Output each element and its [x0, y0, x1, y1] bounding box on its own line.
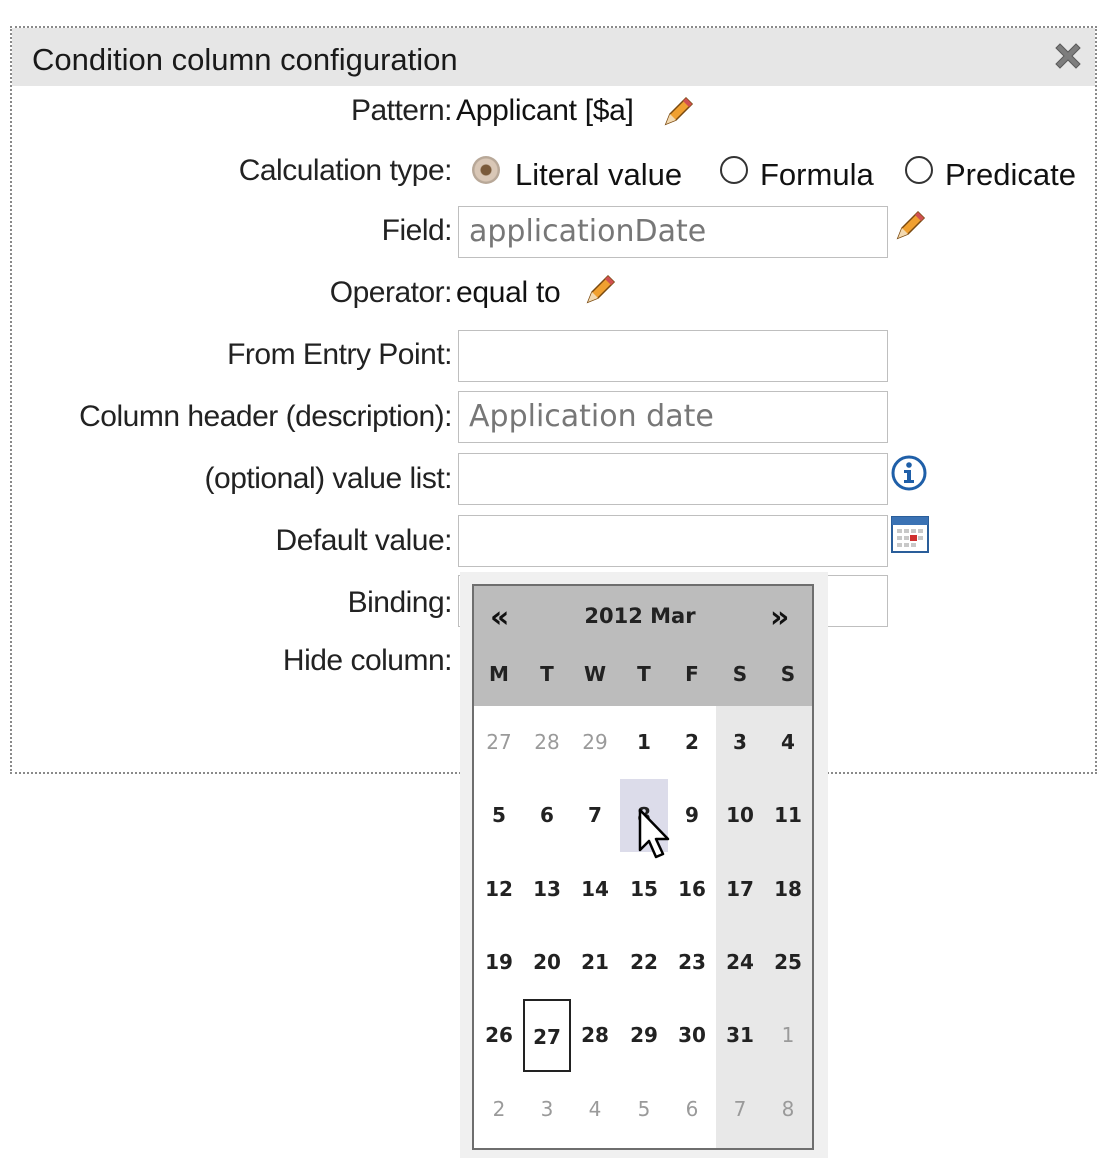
value-list-input[interactable] — [458, 453, 888, 505]
calendar-day[interactable]: 3 — [523, 1073, 571, 1146]
calendar-day[interactable]: 17 — [716, 853, 764, 926]
calendar-day[interactable]: 12 — [475, 853, 523, 926]
calendar-day[interactable]: 8 — [620, 779, 668, 852]
weekday-header: W — [583, 662, 607, 686]
calendar-day[interactable]: 11 — [764, 779, 812, 852]
radio-literal-value-label: Literal value — [515, 157, 683, 192]
weekday-header: T — [540, 662, 554, 686]
column-header-label: Column header (description): — [79, 400, 452, 433]
calendar-day[interactable]: 6 — [523, 779, 571, 852]
calendar-day[interactable]: 7 — [716, 1073, 764, 1146]
field-label: Field: — [381, 214, 453, 247]
calendar-day[interactable]: 22 — [620, 926, 668, 999]
next-month-button[interactable]: » — [770, 600, 789, 635]
radio-predicate-label: Predicate — [945, 157, 1076, 192]
calendar-day[interactable]: 23 — [668, 926, 716, 999]
edit-field-pencil-icon[interactable] — [892, 208, 928, 244]
dialog-title: Condition column configuration — [32, 42, 458, 77]
weekday-header: T — [637, 662, 651, 686]
calendar-day[interactable]: 24 — [716, 926, 764, 999]
calendar-day[interactable]: 1 — [764, 999, 812, 1072]
calendar-day[interactable]: 25 — [764, 926, 812, 999]
operator-value: equal to — [456, 276, 561, 309]
calendar-day[interactable]: 2 — [475, 1073, 523, 1146]
calendar-day[interactable]: 14 — [571, 853, 619, 926]
calendar-day[interactable]: 2 — [668, 706, 716, 779]
calendar-day[interactable]: 15 — [620, 853, 668, 926]
calendar-day[interactable]: 10 — [716, 779, 764, 852]
calendar-day[interactable]: 5 — [475, 779, 523, 852]
calendar-day[interactable]: 27 — [523, 999, 571, 1072]
weekday-header: S — [732, 662, 748, 686]
calendar-day[interactable]: 18 — [764, 853, 812, 926]
calendar-day[interactable]: 5 — [620, 1073, 668, 1146]
radio-predicate[interactable] — [905, 156, 933, 184]
entry-point-label: From Entry Point: — [227, 338, 452, 371]
calendar-day[interactable]: 9 — [668, 779, 716, 852]
calendar-day[interactable]: 8 — [764, 1073, 812, 1146]
calendar-day[interactable]: 29 — [620, 999, 668, 1072]
calendar-day[interactable]: 13 — [523, 853, 571, 926]
entry-point-input[interactable] — [458, 330, 888, 382]
calendar-icon[interactable] — [890, 514, 930, 554]
calendar-day[interactable]: 16 — [668, 853, 716, 926]
pattern-label: Pattern: — [350, 94, 453, 127]
calendar-day[interactable]: 19 — [475, 926, 523, 999]
calendar-day[interactable]: 7 — [571, 779, 619, 852]
binding-label: Binding: — [347, 586, 453, 619]
calendar-day[interactable]: 6 — [668, 1073, 716, 1146]
radio-literal-value[interactable] — [472, 156, 500, 184]
field-input[interactable]: applicationDate — [458, 206, 888, 258]
default-value-input[interactable] — [458, 515, 888, 567]
close-icon[interactable] — [1050, 38, 1086, 74]
calendar-day[interactable]: 4 — [764, 706, 812, 779]
weekday-header: S — [780, 662, 796, 686]
calendar-day[interactable]: 4 — [571, 1073, 619, 1146]
calendar-day[interactable]: 28 — [523, 706, 571, 779]
pattern-value: Applicant [$a] — [456, 94, 634, 127]
hide-column-label: Hide column: — [282, 644, 453, 677]
calendar-day[interactable]: 27 — [475, 706, 523, 779]
prev-month-button[interactable]: « — [490, 600, 509, 635]
weekday-header: M — [489, 662, 509, 686]
calendar-day[interactable]: 26 — [475, 999, 523, 1072]
calendar-day[interactable]: 21 — [571, 926, 619, 999]
radio-formula[interactable] — [720, 156, 748, 184]
calendar-day[interactable]: 1 — [620, 706, 668, 779]
default-value-label: Default value: — [275, 524, 453, 557]
calendar-day[interactable]: 29 — [571, 706, 619, 779]
value-list-label: (optional) value list: — [204, 462, 453, 495]
calendar-day[interactable]: 30 — [668, 999, 716, 1072]
column-header-input[interactable]: Application date — [458, 391, 888, 443]
calendar-day[interactable]: 31 — [716, 999, 764, 1072]
calendar-day[interactable]: 3 — [716, 706, 764, 779]
calendar-day[interactable]: 28 — [571, 999, 619, 1072]
radio-formula-label: Formula — [760, 157, 874, 192]
info-icon[interactable] — [890, 454, 928, 492]
calendar-day[interactable]: 20 — [523, 926, 571, 999]
edit-pattern-pencil-icon[interactable] — [660, 94, 696, 130]
calculation-type-label: Calculation type: — [238, 154, 453, 187]
operator-label: Operator: — [329, 276, 453, 309]
weekday-header: F — [685, 662, 699, 686]
calendar-month-label: 2012 Mar — [584, 604, 696, 628]
edit-operator-pencil-icon[interactable] — [582, 272, 618, 308]
